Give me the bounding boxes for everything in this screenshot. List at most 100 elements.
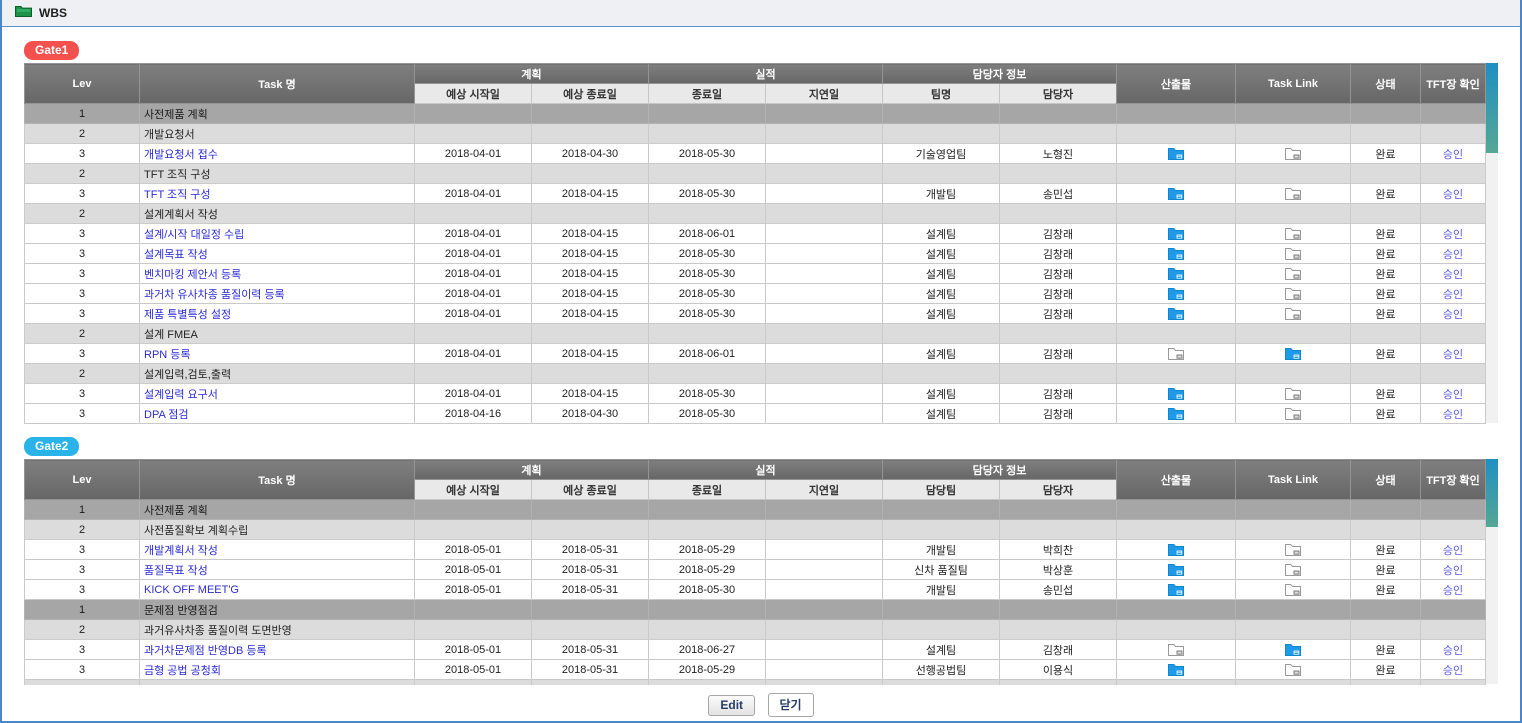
table-row: 2과거유사차종 품질이력 도면반영 [25, 620, 1486, 640]
task-link-folder-icon[interactable] [1285, 267, 1301, 279]
approve-link[interactable]: 승인 [1443, 349, 1463, 361]
plan-end-cell [532, 620, 649, 640]
task-link-folder-icon[interactable] [1285, 387, 1301, 399]
lev-cell: 3 [25, 660, 140, 680]
close-button[interactable]: 닫기 [768, 693, 814, 717]
edit-button[interactable]: Edit [708, 695, 755, 716]
task-name-link[interactable]: 설계목표 작성 [144, 249, 208, 261]
task-link-folder-icon[interactable] [1285, 147, 1301, 159]
link-icon-cell [1236, 124, 1351, 144]
delay-cell [766, 244, 883, 264]
task-link-folder-icon[interactable] [1285, 563, 1301, 575]
lev-cell: 1 [25, 500, 140, 520]
deliverable-folder-icon[interactable] [1168, 563, 1184, 575]
approve-link[interactable]: 승인 [1443, 389, 1463, 401]
task-name-link[interactable]: 설계/시작 대일정 수립 [144, 229, 244, 241]
task-link-folder-icon[interactable] [1285, 643, 1301, 655]
approve-link[interactable]: 승인 [1443, 289, 1463, 301]
task-link-folder-icon[interactable] [1285, 407, 1301, 419]
link-icon-cell [1236, 560, 1351, 580]
actual-end-cell: 2018-05-30 [649, 580, 766, 600]
approve-link[interactable]: 승인 [1443, 269, 1463, 281]
deliverable-folder-icon[interactable] [1168, 147, 1184, 159]
deliverable-folder-icon[interactable] [1168, 583, 1184, 595]
approve-link[interactable]: 승인 [1443, 149, 1463, 161]
deliverable-folder-icon[interactable] [1168, 407, 1184, 419]
deliverable-folder-icon[interactable] [1168, 387, 1184, 399]
task-link-folder-icon[interactable] [1285, 287, 1301, 299]
task-name-label: 과거유사차종 품질이력 도면반영 [144, 625, 292, 637]
lev-cell: 3 [25, 224, 140, 244]
output-icon-cell [1117, 304, 1236, 324]
deliverable-folder-icon[interactable] [1168, 543, 1184, 555]
team-cell [883, 104, 1000, 124]
actual-end-cell [649, 104, 766, 124]
table-row: 2사전품질확보 계획수립 [25, 520, 1486, 540]
task-link-folder-icon[interactable] [1285, 307, 1301, 319]
task-name-link[interactable]: 금형 공법 공청회 [144, 665, 221, 677]
approve-link[interactable]: 승인 [1443, 409, 1463, 421]
gate-section: Gate2LevTask 명계획실적담당자 정보산출물Task Link상태TF… [24, 435, 1520, 685]
plan-start-cell: 2018-04-01 [415, 184, 532, 204]
task-name-link[interactable]: DPA 점검 [144, 409, 189, 421]
approve-link[interactable]: 승인 [1443, 665, 1463, 677]
link-icon-cell [1236, 540, 1351, 560]
deliverable-folder-icon[interactable] [1168, 187, 1184, 199]
task-name-cell: TFT 조직 구성 [140, 164, 415, 184]
task-link-folder-icon[interactable] [1285, 663, 1301, 675]
task-name-link[interactable]: TFT 조직 구성 [144, 189, 211, 201]
task-name-link[interactable]: 개발요청서 접수 [144, 149, 218, 161]
team-cell: 설계팀 [883, 224, 1000, 244]
plan-start-cell: 2018-04-01 [415, 224, 532, 244]
task-link-folder-icon[interactable] [1285, 347, 1301, 359]
task-name-link[interactable]: 과거차문제점 반영DB 등록 [144, 645, 267, 657]
task-name-link[interactable]: 설계입력 요구서 [144, 389, 218, 401]
approve-link[interactable]: 승인 [1443, 565, 1463, 577]
owner-cell [1000, 520, 1117, 540]
approve-link[interactable]: 승인 [1443, 545, 1463, 557]
approve-link[interactable]: 승인 [1443, 249, 1463, 261]
task-name-link[interactable]: 개발계획서 작성 [144, 545, 218, 557]
task-name-link[interactable]: 과거차 유사차종 품질이력 등록 [144, 289, 285, 301]
actual-end-cell: 2018-05-30 [649, 144, 766, 164]
deliverable-folder-icon[interactable] [1168, 287, 1184, 299]
approve-link[interactable]: 승인 [1443, 645, 1463, 657]
task-name-link[interactable]: 제품 특별특성 설정 [144, 309, 231, 321]
task-link-folder-icon[interactable] [1285, 583, 1301, 595]
approve-link[interactable]: 승인 [1443, 189, 1463, 201]
actual-end-cell: 2018-06-01 [649, 344, 766, 364]
task-name-label: 개발요청서 [144, 129, 195, 141]
task-name-link[interactable]: KICK OFF MEET'G [144, 584, 239, 596]
plan-end-cell: 2018-04-15 [532, 244, 649, 264]
deliverable-folder-icon[interactable] [1168, 643, 1184, 655]
deliverable-folder-icon[interactable] [1168, 247, 1184, 259]
link-icon-cell [1236, 620, 1351, 640]
vertical-scrollbar-thumb[interactable] [1486, 63, 1498, 153]
task-link-folder-icon[interactable] [1285, 187, 1301, 199]
output-icon-cell [1117, 600, 1236, 620]
approve-link[interactable]: 승인 [1443, 309, 1463, 321]
link-icon-cell [1236, 264, 1351, 284]
task-name-link[interactable]: 품질목표 작성 [144, 565, 208, 577]
vertical-scrollbar-thumb[interactable] [1486, 459, 1498, 527]
task-link-folder-icon[interactable] [1285, 227, 1301, 239]
deliverable-folder-icon[interactable] [1168, 307, 1184, 319]
approve-link[interactable]: 승인 [1443, 229, 1463, 241]
lev-cell: 3 [25, 264, 140, 284]
task-name-link[interactable]: RPN 등록 [144, 349, 191, 361]
owner-cell [1000, 620, 1117, 640]
plan-end-cell [532, 104, 649, 124]
deliverable-folder-icon[interactable] [1168, 347, 1184, 359]
deliverable-folder-icon[interactable] [1168, 227, 1184, 239]
task-link-folder-icon[interactable] [1285, 247, 1301, 259]
actual-end-cell [649, 164, 766, 184]
deliverable-folder-icon[interactable] [1168, 267, 1184, 279]
delay-cell [766, 384, 883, 404]
task-link-folder-icon[interactable] [1285, 543, 1301, 555]
deliverable-folder-icon[interactable] [1168, 663, 1184, 675]
plan-end-cell: 2018-05-31 [532, 580, 649, 600]
actual-end-cell: 2018-05-29 [649, 660, 766, 680]
task-name-link[interactable]: 벤치마킹 제안서 등록 [144, 269, 241, 281]
approve-link[interactable]: 승인 [1443, 585, 1463, 597]
link-icon-cell [1236, 404, 1351, 424]
